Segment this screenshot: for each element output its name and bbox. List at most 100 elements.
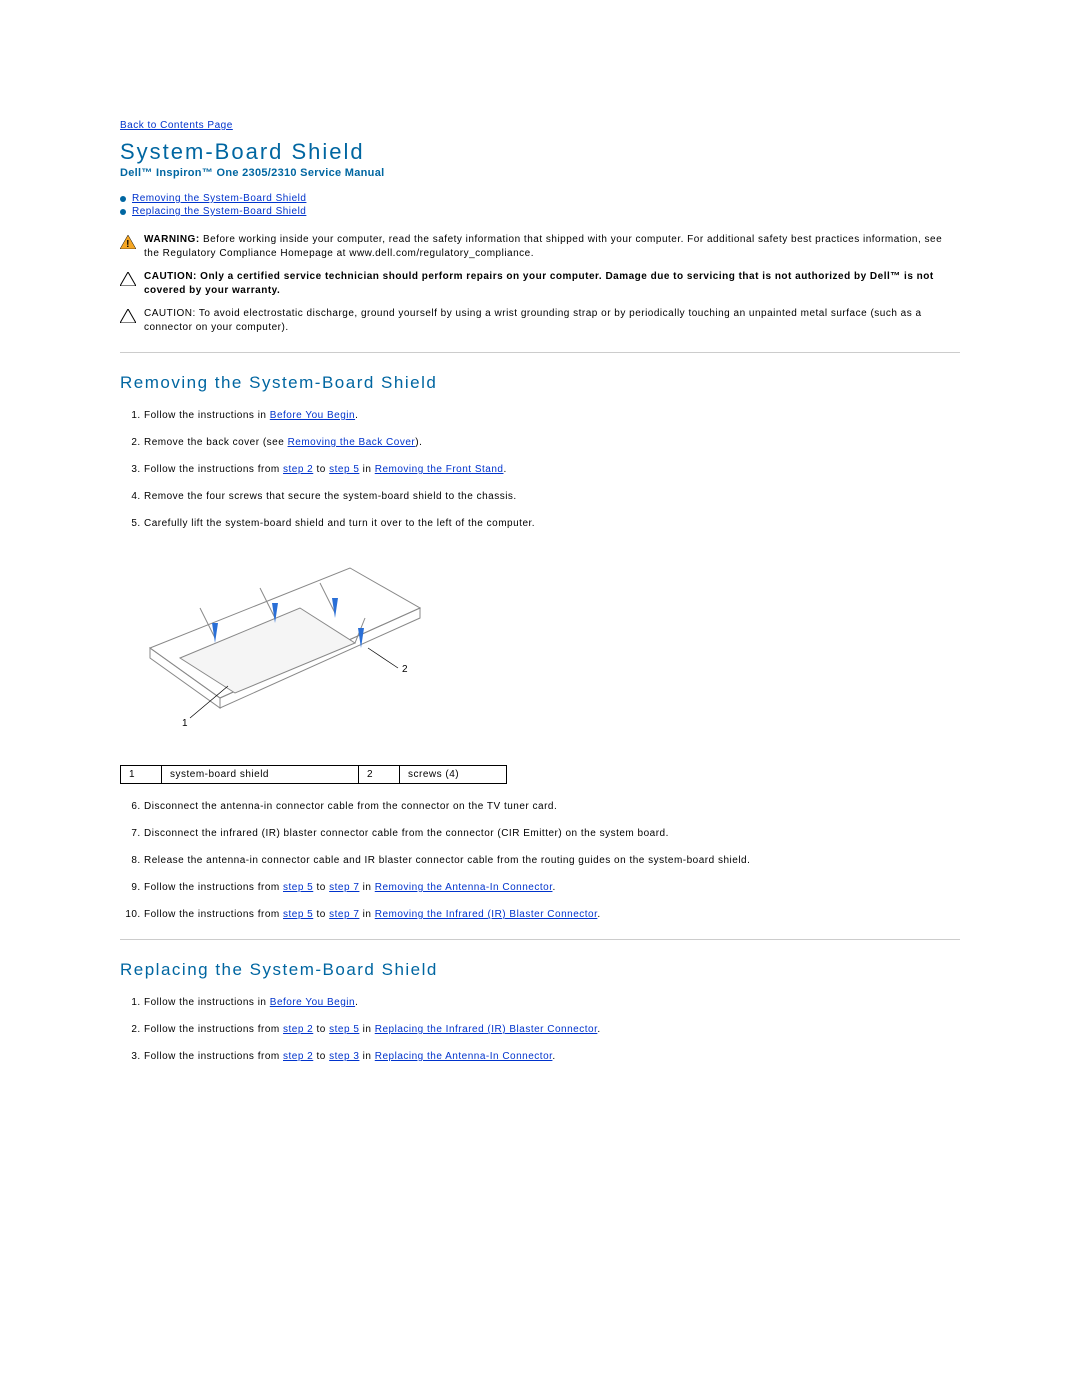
page-title: System-Board Shield <box>120 139 960 165</box>
step-text: . <box>503 464 506 475</box>
step-text: to <box>313 909 329 920</box>
step-text: Carefully lift the system-board shield a… <box>144 518 535 529</box>
caution-text: CAUTION: Only a certified service techni… <box>144 270 960 297</box>
divider <box>120 939 960 940</box>
warning-triangle-icon: ! <box>120 235 136 252</box>
link-step5[interactable]: step 5 <box>329 1024 359 1035</box>
step-text: . <box>355 997 358 1008</box>
step-text: Disconnect the antenna-in connector cabl… <box>144 801 557 812</box>
toc-link-replacing[interactable]: Replacing the System-Board Shield <box>132 206 306 217</box>
back-link-row: Back to Contents Page <box>120 120 960 131</box>
link-removing-ir-blaster[interactable]: Removing the Infrared (IR) Blaster Conne… <box>375 909 598 920</box>
link-step5[interactable]: step 5 <box>283 909 313 920</box>
step-text: . <box>355 410 358 421</box>
step-text: to <box>313 1024 329 1035</box>
warning-text: WARNING: Before working inside your comp… <box>144 233 960 260</box>
step-text: Remove the four screws that secure the s… <box>144 491 517 502</box>
step-text: . <box>597 909 600 920</box>
link-step7[interactable]: step 7 <box>329 882 359 893</box>
link-replacing-antenna-in[interactable]: Replacing the Antenna-In Connector <box>375 1051 553 1062</box>
section-replacing-title: Replacing the System-Board Shield <box>120 960 960 980</box>
list-item: Follow the instructions in Before You Be… <box>144 996 960 1009</box>
caution-notice: CAUTION: Only a certified service techni… <box>120 270 960 297</box>
link-step2[interactable]: step 2 <box>283 1051 313 1062</box>
legend-index: 1 <box>121 766 162 784</box>
step-text: Follow the instructions from <box>144 464 283 475</box>
step-text: Follow the instructions in <box>144 410 270 421</box>
caution-text: CAUTION: To avoid electrostatic discharg… <box>144 307 960 334</box>
link-removing-antenna-in[interactable]: Removing the Antenna-In Connector <box>375 882 553 893</box>
page-container: Back to Contents Page System-Board Shiel… <box>120 0 960 1117</box>
replacing-steps-list: Follow the instructions in Before You Be… <box>120 996 960 1063</box>
legend-label: system-board shield <box>162 766 359 784</box>
warning-label: WARNING: <box>144 234 200 245</box>
step-text: Follow the instructions from <box>144 909 283 920</box>
link-step2[interactable]: step 2 <box>283 1024 313 1035</box>
caution2-label: CAUTION: <box>144 308 196 319</box>
toc-item: Replacing the System-Board Shield <box>120 206 960 217</box>
list-item: Follow the instructions from step 2 to s… <box>144 1023 960 1036</box>
back-to-contents-link[interactable]: Back to Contents Page <box>120 120 233 131</box>
step-text: Remove the back cover (see <box>144 437 288 448</box>
step-text: Follow the instructions in <box>144 997 270 1008</box>
bullet-icon <box>120 209 126 215</box>
toc-list: Removing the System-Board Shield Replaci… <box>120 193 960 217</box>
step-text: to <box>313 464 329 475</box>
step-text: . <box>597 1024 600 1035</box>
list-item: Follow the instructions in Before You Be… <box>144 409 960 422</box>
step-text: in <box>359 1051 374 1062</box>
removing-steps-list: Follow the instructions in Before You Be… <box>120 409 960 530</box>
link-replacing-ir-blaster[interactable]: Replacing the Infrared (IR) Blaster Conn… <box>375 1024 598 1035</box>
removing-steps-list-cont: Disconnect the antenna-in connector cabl… <box>120 800 960 921</box>
system-board-diagram: 1 2 <box>120 548 960 751</box>
list-item: Carefully lift the system-board shield a… <box>144 517 960 530</box>
link-step5[interactable]: step 5 <box>329 464 359 475</box>
step-text: Follow the instructions from <box>144 1051 283 1062</box>
step-text: in <box>359 909 374 920</box>
toc-link-removing[interactable]: Removing the System-Board Shield <box>132 193 306 204</box>
link-before-you-begin[interactable]: Before You Begin <box>270 997 355 1008</box>
caution-triangle-icon <box>120 309 136 326</box>
caution1-label: CAUTION: <box>144 271 197 282</box>
link-step2[interactable]: step 2 <box>283 464 313 475</box>
list-item: Release the antenna-in connector cable a… <box>144 854 960 867</box>
link-removing-front-stand[interactable]: Removing the Front Stand <box>375 464 504 475</box>
bullet-icon <box>120 196 126 202</box>
step-text: in <box>359 882 374 893</box>
toc-item: Removing the System-Board Shield <box>120 193 960 204</box>
legend-index: 2 <box>359 766 400 784</box>
link-step7[interactable]: step 7 <box>329 909 359 920</box>
diagram-label-1: 1 <box>182 718 188 729</box>
step-text: to <box>313 1051 329 1062</box>
link-step5[interactable]: step 5 <box>283 882 313 893</box>
link-before-you-begin[interactable]: Before You Begin <box>270 410 355 421</box>
legend-label: screws (4) <box>400 766 507 784</box>
step-text: Follow the instructions from <box>144 1024 283 1035</box>
list-item: Follow the instructions from step 5 to s… <box>144 908 960 921</box>
step-text: Disconnect the infrared (IR) blaster con… <box>144 828 669 839</box>
list-item: Follow the instructions from step 2 to s… <box>144 1050 960 1063</box>
link-removing-back-cover[interactable]: Removing the Back Cover <box>288 437 416 448</box>
table-row: 1 system-board shield 2 screws (4) <box>121 766 507 784</box>
list-item: Follow the instructions from step 5 to s… <box>144 881 960 894</box>
list-item: Remove the four screws that secure the s… <box>144 490 960 503</box>
legend-table: 1 system-board shield 2 screws (4) <box>120 765 507 784</box>
step-text: to <box>313 882 329 893</box>
manual-subtitle: Dell™ Inspiron™ One 2305/2310 Service Ma… <box>120 167 960 179</box>
caution1-body: Only a certified service technician shou… <box>144 271 934 296</box>
step-text: in <box>359 1024 374 1035</box>
step-text: Follow the instructions from <box>144 882 283 893</box>
step-text: . <box>552 882 555 893</box>
diagram-label-2: 2 <box>402 664 408 675</box>
list-item: Follow the instructions from step 2 to s… <box>144 463 960 476</box>
section-removing-title: Removing the System-Board Shield <box>120 373 960 393</box>
link-step3[interactable]: step 3 <box>329 1051 359 1062</box>
list-item: Disconnect the infrared (IR) blaster con… <box>144 827 960 840</box>
list-item: Remove the back cover (see Removing the … <box>144 436 960 449</box>
svg-text:!: ! <box>126 239 130 249</box>
warning-notice: ! WARNING: Before working inside your co… <box>120 233 960 260</box>
caution-notice: CAUTION: To avoid electrostatic discharg… <box>120 307 960 334</box>
step-text: in <box>359 464 374 475</box>
warning-body: Before working inside your computer, rea… <box>144 234 942 259</box>
divider <box>120 352 960 353</box>
